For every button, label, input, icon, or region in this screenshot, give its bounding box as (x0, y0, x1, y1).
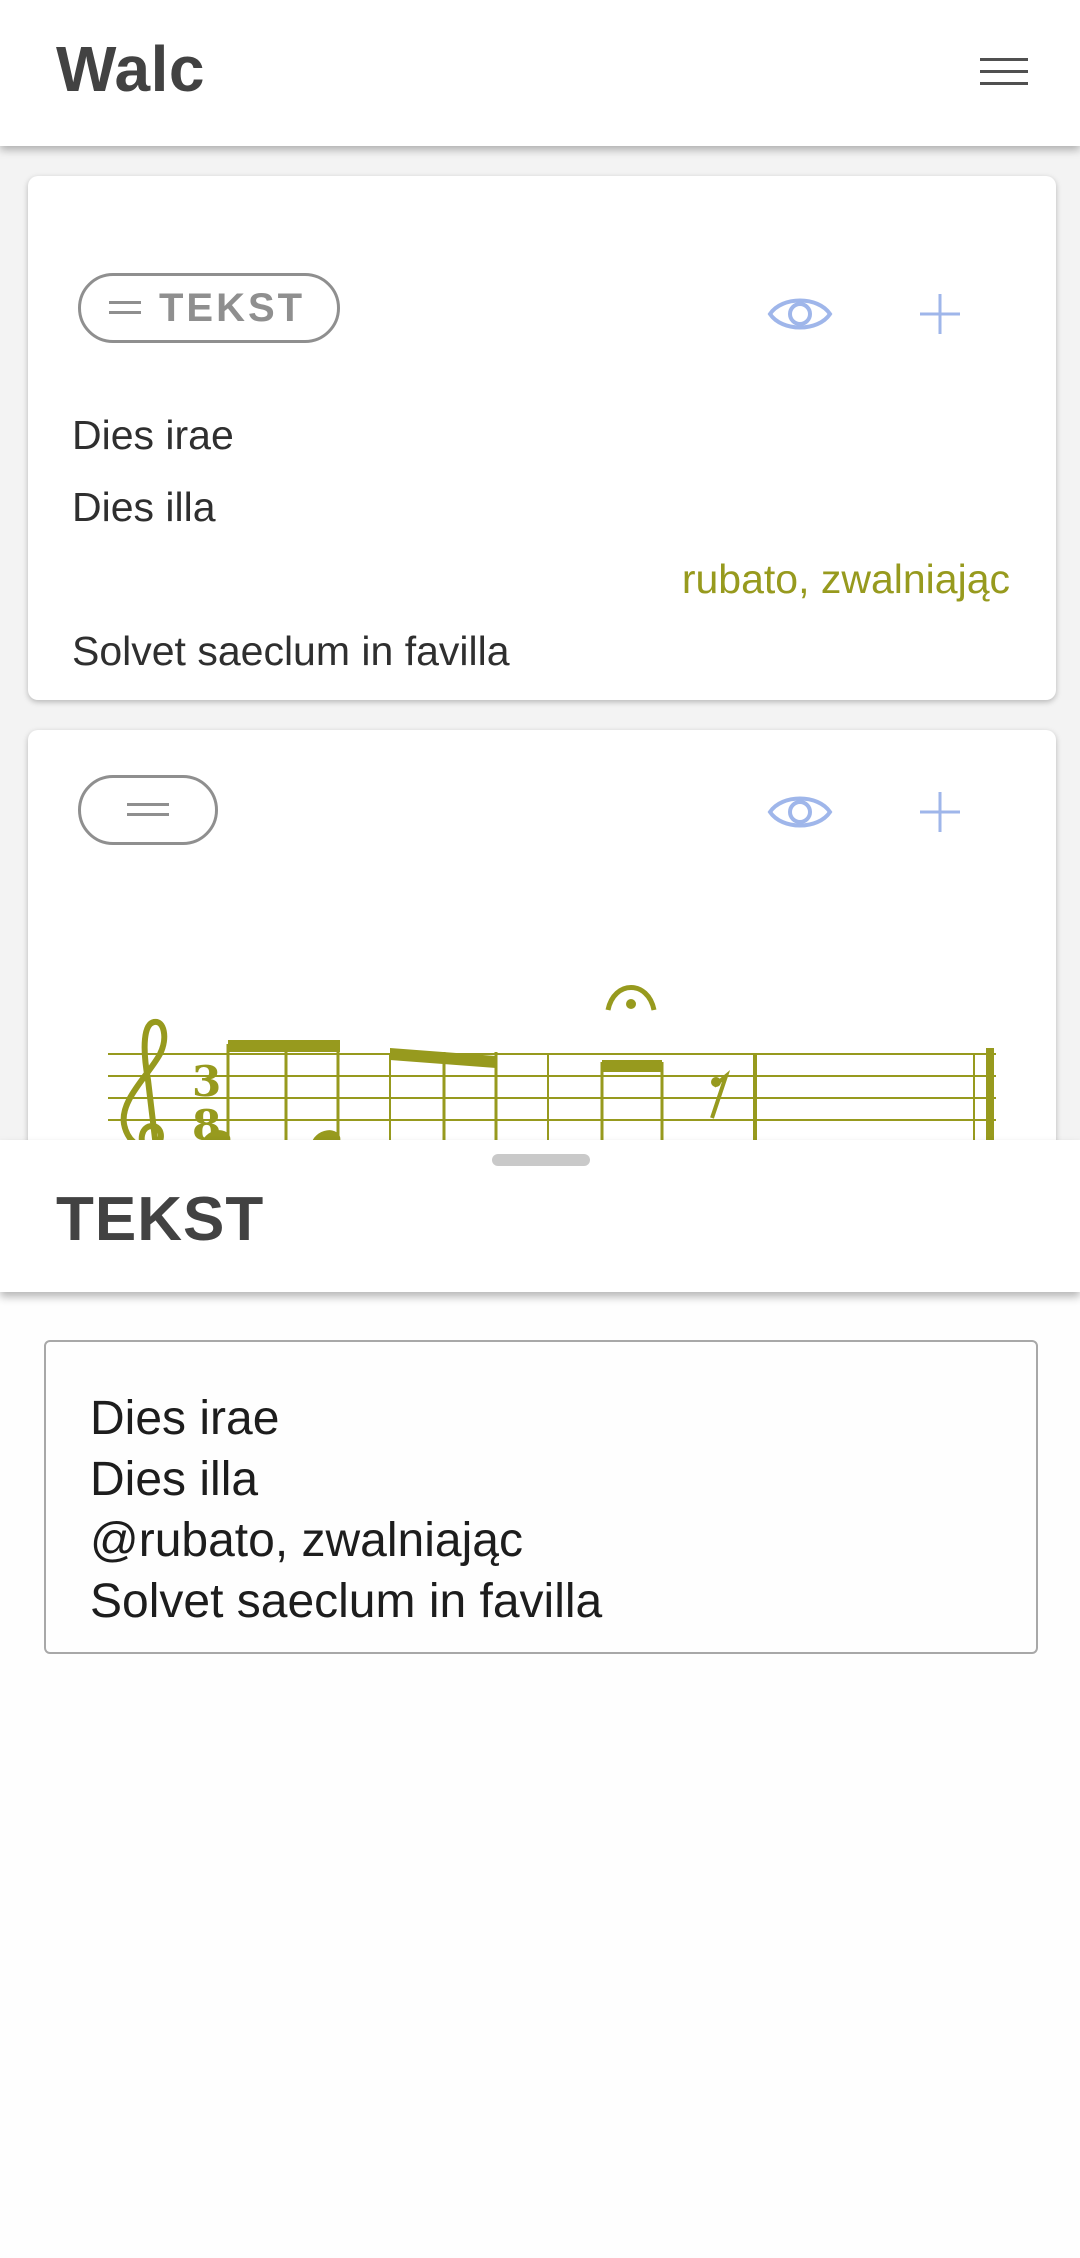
note-group (600, 1060, 664, 1140)
plus-icon (920, 792, 960, 832)
app-bar: Walc (0, 0, 1080, 146)
text-section-drag-chip[interactable]: TEKST (78, 273, 340, 343)
drag-handle-icon (127, 803, 169, 816)
time-signature-numerator: 3 (192, 1057, 221, 1106)
text-section-card: TEKST Dies irae Dies illa rubato, zwalni… (28, 176, 1056, 700)
fermata-icon (605, 985, 657, 1011)
section-list[interactable]: TEKST Dies irae Dies illa rubato, zwalni… (0, 146, 1080, 1140)
preview-button[interactable] (760, 274, 840, 354)
eye-icon (767, 796, 833, 828)
note-group (390, 1048, 498, 1140)
text-section-editor[interactable]: Dies irae Dies illa @rubato, zwalniając … (44, 1340, 1038, 1654)
music-section-card: 3 8 (28, 730, 1056, 1140)
treble-clef-icon (120, 1018, 168, 1140)
bottom-sheet-drag-handle[interactable] (492, 1154, 590, 1166)
tempo-direction: rubato, zwalniając (681, 556, 1010, 602)
lyric-line: Dies illa (72, 484, 216, 530)
staff-lines (108, 1053, 996, 1121)
lyric-line: Solvet saeclum in favilla (72, 628, 510, 674)
music-section-drag-chip[interactable] (78, 775, 218, 845)
drag-handle-icon (109, 301, 141, 314)
plus-icon (920, 294, 960, 334)
preview-button[interactable] (760, 772, 840, 852)
eye-icon (767, 298, 833, 330)
lyric-line: Dies irae (72, 412, 234, 458)
bottom-sheet-header[interactable]: TEKST (0, 1140, 1080, 1292)
hamburger-menu-icon[interactable] (976, 52, 1032, 92)
chip-label: TEKST (159, 285, 306, 330)
add-section-button[interactable] (900, 772, 980, 852)
bottom-sheet-body: Dies irae Dies illa @rubato, zwalniając … (0, 1292, 1080, 2258)
music-staff: 3 8 (108, 985, 996, 1140)
add-section-button[interactable] (900, 274, 980, 354)
bottom-sheet-title: TEKST (56, 1185, 265, 1254)
app-title: Walc (56, 33, 205, 105)
